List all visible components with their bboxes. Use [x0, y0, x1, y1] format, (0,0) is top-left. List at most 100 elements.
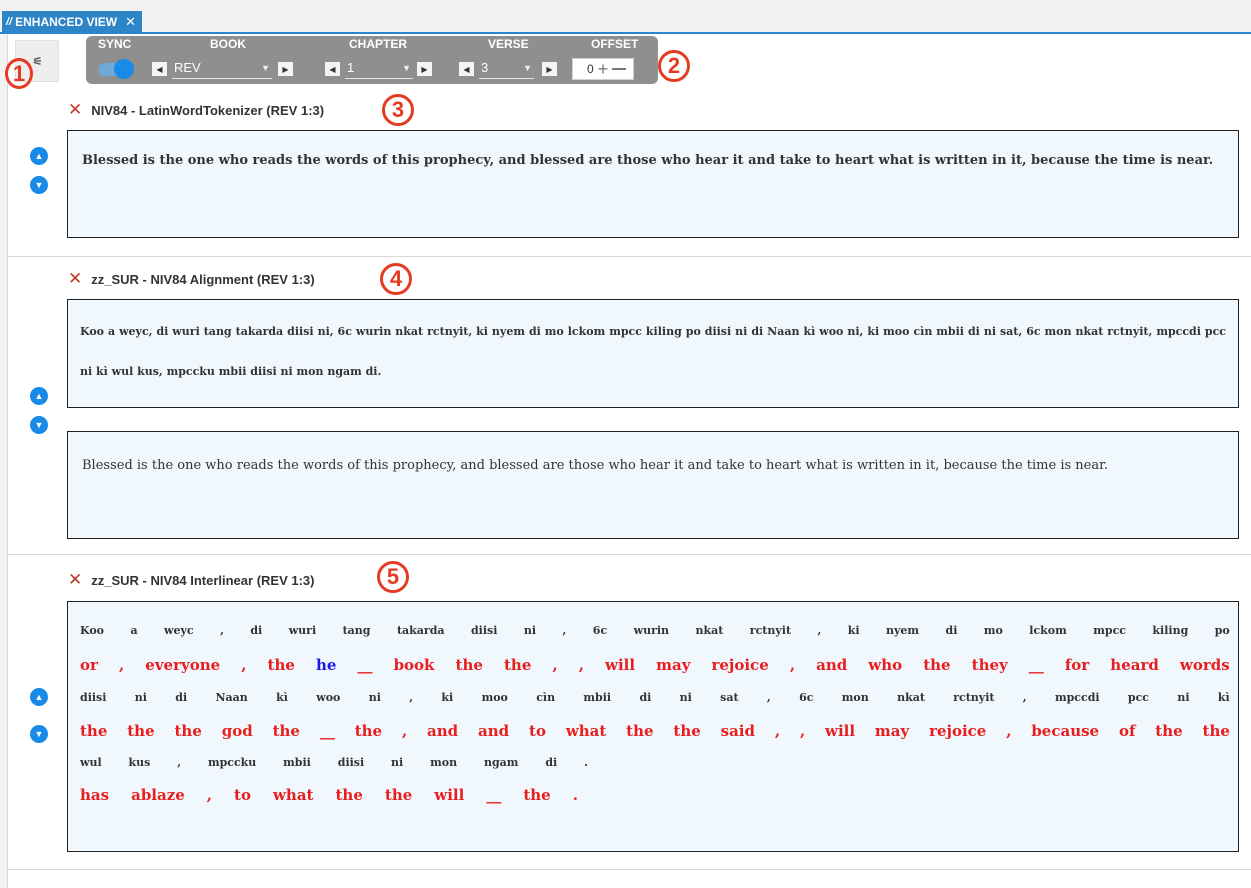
source-word[interactable]: pcc [1128, 691, 1149, 704]
source-word[interactable]: woo [316, 691, 340, 704]
source-word[interactable]: kus [129, 756, 151, 769]
move-down-icon[interactable]: ▼ [30, 416, 48, 434]
source-word[interactable]: , [409, 691, 413, 704]
gloss-word[interactable]: heard [1110, 656, 1159, 674]
source-word[interactable]: , [220, 624, 224, 637]
gloss-word[interactable]: the [1155, 722, 1182, 740]
gloss-word[interactable]: has [80, 786, 109, 804]
source-word[interactable]: wurin [634, 624, 669, 637]
source-word[interactable]: di [175, 691, 187, 704]
gloss-word[interactable]: . [573, 786, 578, 804]
gloss-word[interactable]: the [923, 656, 950, 674]
gloss-word[interactable]: rejoice [711, 656, 768, 674]
gloss-word[interactable]: or [80, 656, 98, 674]
source-word[interactable]: ni [524, 624, 536, 637]
source-word[interactable]: mpccdi [1055, 691, 1100, 704]
gloss-word[interactable]: , [800, 722, 805, 740]
source-word[interactable]: , [563, 624, 567, 637]
gloss-word[interactable]: will [825, 722, 855, 740]
gloss-word[interactable]: , [241, 656, 246, 674]
source-word[interactable]: 6c [799, 691, 813, 704]
gloss-word[interactable]: __ [358, 656, 373, 674]
verse-next-button[interactable]: ▶ [542, 62, 557, 76]
close-panel-icon[interactable]: ✕ [68, 100, 82, 120]
source-word[interactable]: ni [135, 691, 147, 704]
source-word[interactable]: rctnyit [750, 624, 791, 637]
gloss-word[interactable]: the [523, 786, 550, 804]
gloss-word[interactable]: of [1119, 722, 1135, 740]
source-word[interactable]: takarda [397, 624, 445, 637]
source-word[interactable]: cìn [536, 691, 555, 704]
source-word[interactable]: moo [482, 691, 508, 704]
source-word[interactable]: , [767, 691, 771, 704]
gloss-word[interactable]: for [1065, 656, 1089, 674]
gloss-word[interactable]: will [605, 656, 635, 674]
book-next-button[interactable]: ▶ [278, 62, 293, 76]
tab-enhanced-view[interactable]: // ENHANCED VIEW ✕ [2, 11, 143, 32]
gloss-word[interactable]: the [385, 786, 412, 804]
source-word[interactable]: Naan [215, 691, 247, 704]
move-up-icon[interactable]: ▲ [30, 688, 48, 706]
source-word[interactable]: weyc [164, 624, 194, 637]
gloss-word[interactable]: may [875, 722, 909, 740]
source-word[interactable]: diisi [338, 756, 364, 769]
source-word[interactable]: wul [80, 756, 102, 769]
gloss-word[interactable]: the [268, 656, 295, 674]
source-word[interactable]: sat [720, 691, 738, 704]
gloss-word[interactable]: because [1031, 722, 1099, 740]
close-tab-icon[interactable]: ✕ [125, 14, 136, 30]
move-down-icon[interactable]: ▼ [30, 725, 48, 743]
gloss-word[interactable]: the [335, 786, 362, 804]
gloss-word[interactable]: , [1006, 722, 1011, 740]
source-word[interactable]: lckom [1029, 624, 1066, 637]
gloss-word[interactable]: , [552, 656, 557, 674]
sync-toggle[interactable] [98, 58, 134, 80]
gloss-word[interactable]: what [273, 786, 313, 804]
gloss-word[interactable]: the [175, 722, 202, 740]
gloss-word[interactable]: __ [1029, 656, 1044, 674]
move-down-icon[interactable]: ▼ [30, 176, 48, 194]
close-panel-icon[interactable]: ✕ [68, 269, 82, 289]
source-word[interactable]: mbii [283, 756, 311, 769]
gloss-word[interactable]: __ [486, 786, 501, 804]
source-word[interactable]: mon [430, 756, 457, 769]
source-word[interactable]: tang [343, 624, 371, 637]
chapter-select[interactable]: 1 ▼ [345, 60, 413, 79]
source-word[interactable]: ni [1177, 691, 1189, 704]
gloss-word[interactable]: said [721, 722, 755, 740]
source-word[interactable]: diisi [80, 691, 106, 704]
chapter-next-button[interactable]: ▶ [417, 62, 432, 76]
gloss-word[interactable]: they [972, 656, 1008, 674]
source-word[interactable]: ki [848, 624, 860, 637]
source-word[interactable]: nkat [897, 691, 925, 704]
gloss-word[interactable]: __ [320, 722, 335, 740]
gloss-word[interactable]: the [673, 722, 700, 740]
book-prev-button[interactable]: ◀ [152, 62, 167, 76]
gloss-word[interactable]: the [626, 722, 653, 740]
gloss-word[interactable]: and [427, 722, 458, 740]
gloss-word[interactable]: he [316, 656, 336, 674]
offset-decrement-icon[interactable] [612, 68, 627, 70]
gloss-word[interactable]: , [579, 656, 584, 674]
gloss-word[interactable]: the [456, 656, 483, 674]
source-word[interactable]: ni [680, 691, 692, 704]
source-word[interactable]: di [250, 624, 262, 637]
gloss-word[interactable]: may [656, 656, 690, 674]
source-word[interactable]: ni [391, 756, 403, 769]
source-word[interactable]: , [1023, 691, 1027, 704]
gloss-word[interactable]: who [868, 656, 902, 674]
source-word[interactable]: 6c [593, 624, 607, 637]
source-word[interactable]: po [1215, 624, 1230, 637]
source-word[interactable]: , [177, 756, 181, 769]
source-word[interactable]: nyem [886, 624, 919, 637]
source-word[interactable]: rctnyit [953, 691, 994, 704]
gloss-word[interactable]: and [478, 722, 509, 740]
source-word[interactable]: mon [842, 691, 869, 704]
source-word[interactable]: kì [276, 691, 288, 704]
gloss-word[interactable]: the [355, 722, 382, 740]
gloss-word[interactable]: to [529, 722, 546, 740]
source-word[interactable]: mpcc [1093, 624, 1126, 637]
source-word[interactable]: di [946, 624, 958, 637]
source-word[interactable]: ki [441, 691, 453, 704]
gloss-word[interactable]: the [273, 722, 300, 740]
